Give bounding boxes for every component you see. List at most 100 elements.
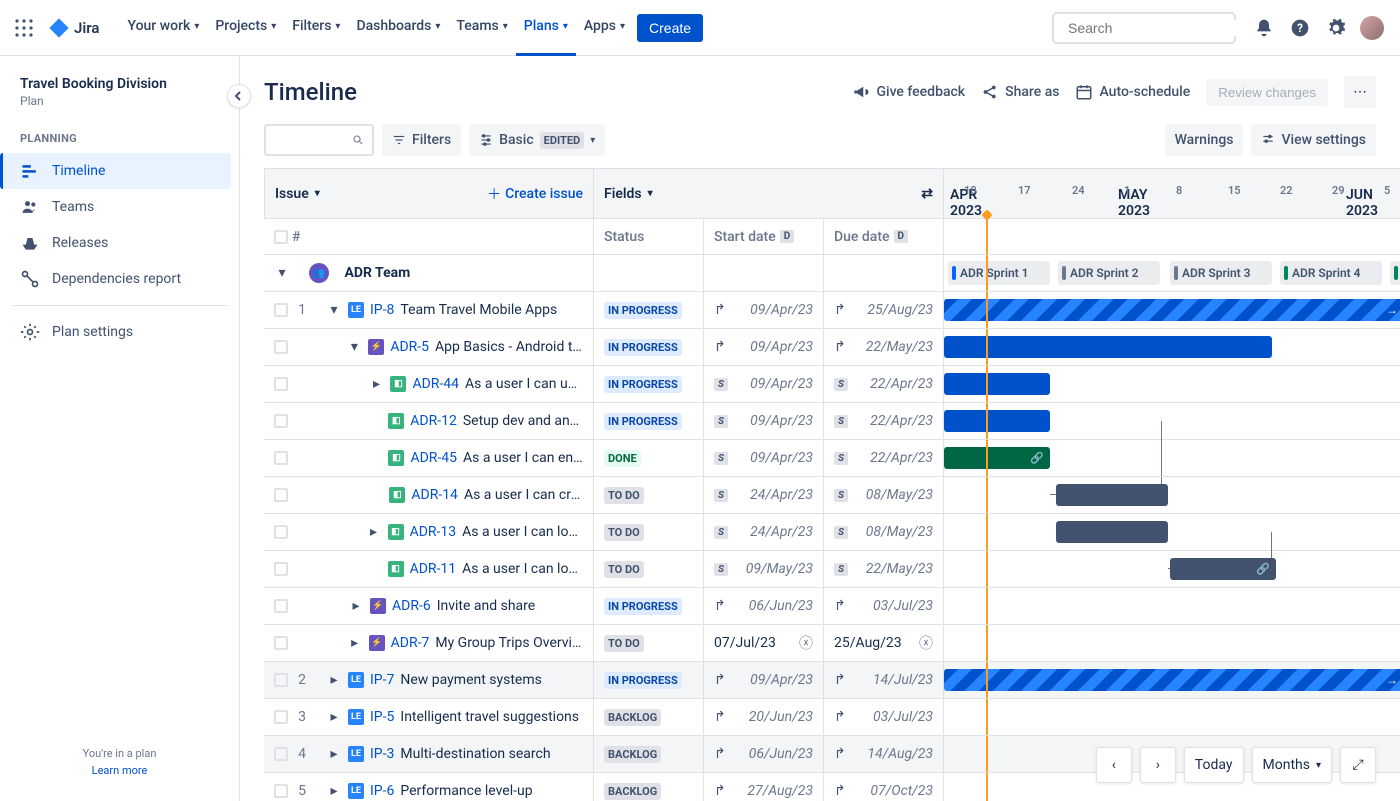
nav-dashboards[interactable]: Dashboards ▾ xyxy=(348,0,448,56)
expand-toggle-icon[interactable]: ▸ xyxy=(326,672,342,688)
today-button[interactable]: Today xyxy=(1184,747,1244,783)
sidebar-item-timeline[interactable]: Timeline xyxy=(0,153,231,189)
row-checkbox[interactable] xyxy=(274,710,288,724)
create-issue-button[interactable]: ＋ Create issue xyxy=(487,184,583,204)
due-date-cell[interactable]: ↱25/Aug/23 xyxy=(824,292,944,329)
gantt-bar[interactable]: → xyxy=(944,669,1400,691)
issue-key-link[interactable]: IP-8 xyxy=(370,302,394,318)
issue-key-link[interactable]: IP-6 xyxy=(370,783,394,799)
start-date-cell[interactable]: S09/Apr/23 xyxy=(704,403,824,440)
row-checkbox[interactable] xyxy=(274,340,288,354)
start-date-cell[interactable]: ↱27/Aug/23 xyxy=(704,773,824,801)
filters-chip[interactable]: Filters xyxy=(382,124,461,156)
filter-search[interactable] xyxy=(264,124,374,156)
nav-apps[interactable]: Apps ▾ xyxy=(576,0,633,56)
issue-key-link[interactable]: ADR-11 xyxy=(410,561,457,577)
nav-projects[interactable]: Projects ▾ xyxy=(207,0,284,56)
fields-column-header[interactable]: Fields▾⇄ xyxy=(594,169,944,219)
start-date-cell[interactable]: S09/May/23 xyxy=(704,551,824,588)
scroll-left-button[interactable]: ‹ xyxy=(1096,747,1132,783)
sidebar-item-dependencies-report[interactable]: Dependencies report xyxy=(8,261,231,297)
due-date-cell[interactable]: ↱07/Oct/23 xyxy=(824,773,944,801)
scroll-right-button[interactable]: › xyxy=(1140,747,1176,783)
issue-key-link[interactable]: ADR-14 xyxy=(411,487,458,503)
issue-key-link[interactable]: ADR-5 xyxy=(390,339,429,355)
start-date-cell[interactable]: S09/Apr/23 xyxy=(704,440,824,477)
sprint-pill[interactable]: ADR Sprint 4 xyxy=(1280,261,1382,285)
issue-key-link[interactable]: ADR-7 xyxy=(391,635,430,651)
row-checkbox[interactable] xyxy=(274,673,288,687)
issue-key-link[interactable]: ADR-44 xyxy=(412,376,459,392)
start-date-cell[interactable]: ↱09/Apr/23 xyxy=(704,662,824,699)
due-date-cell[interactable]: S22/Apr/23 xyxy=(824,440,944,477)
expand-toggle-icon[interactable]: ▾ xyxy=(326,302,342,318)
issue-key-link[interactable]: ADR-12 xyxy=(410,413,457,429)
due-date-cell[interactable]: ↱03/Jul/23 xyxy=(824,588,944,625)
issue-column-header[interactable]: Issue▾＋ Create issue xyxy=(264,169,594,219)
share-as-button[interactable]: Share as xyxy=(981,83,1059,101)
start-date-cell[interactable]: S24/Apr/23 xyxy=(704,514,824,551)
row-checkbox[interactable] xyxy=(274,747,288,761)
row-checkbox[interactable] xyxy=(274,784,288,798)
nav-your-work[interactable]: Your work ▾ xyxy=(119,0,207,56)
expand-toggle-icon[interactable]: ▸ xyxy=(368,376,384,392)
clear-date-icon[interactable]: ⓧ xyxy=(799,633,813,653)
start-date-cell[interactable]: S09/Apr/23 xyxy=(704,366,824,403)
gantt-bar[interactable]: → xyxy=(944,299,1400,321)
due-date-cell[interactable]: 25/Aug/23ⓧ xyxy=(824,625,944,662)
nav-plans[interactable]: Plans ▾ xyxy=(516,0,576,56)
settings-icon[interactable] xyxy=(1320,12,1352,44)
due-date-cell[interactable]: ↱14/Jul/23 xyxy=(824,662,944,699)
issue-key-link[interactable]: IP-5 xyxy=(370,709,394,725)
due-date-cell[interactable]: ↱22/May/23 xyxy=(824,329,944,366)
select-all-checkbox[interactable] xyxy=(274,230,288,244)
due-date-cell[interactable]: S22/Apr/23 xyxy=(824,366,944,403)
global-search[interactable] xyxy=(1052,12,1236,44)
sprint-pill[interactable]: ADR Sprint 2 xyxy=(1058,261,1160,285)
due-date-cell[interactable]: S22/Apr/23 xyxy=(824,403,944,440)
give-feedback-button[interactable]: Give feedback xyxy=(852,83,965,101)
start-date-cell[interactable]: 07/Jul/23ⓧ xyxy=(704,625,824,662)
row-checkbox[interactable] xyxy=(274,636,288,650)
start-date-cell[interactable]: ↱06/Jun/23 xyxy=(704,736,824,773)
sidebar-plan-settings[interactable]: Plan settings xyxy=(8,314,231,350)
view-settings-button[interactable]: View settings xyxy=(1251,124,1376,156)
expand-toggle-icon[interactable]: ▸ xyxy=(326,746,342,762)
due-date-cell[interactable]: S22/May/23 xyxy=(824,551,944,588)
more-actions-button[interactable]: ⋯ xyxy=(1344,76,1376,108)
due-date-cell[interactable]: S08/May/23 xyxy=(824,514,944,551)
collapse-team-icon[interactable]: ▾ xyxy=(274,265,290,281)
row-checkbox[interactable] xyxy=(274,451,288,465)
sidebar-collapse-button[interactable] xyxy=(227,84,251,108)
zoom-dropdown[interactable]: Months▾ xyxy=(1252,747,1333,783)
start-date-cell[interactable]: ↱09/Apr/23 xyxy=(704,292,824,329)
issue-key-link[interactable]: IP-3 xyxy=(370,746,394,762)
expand-toggle-icon[interactable]: ▸ xyxy=(347,635,363,651)
auto-schedule-button[interactable]: Auto-schedule xyxy=(1075,83,1190,101)
issue-key-link[interactable]: ADR-45 xyxy=(410,450,457,466)
gantt-bar[interactable] xyxy=(944,336,1272,358)
issue-key-link[interactable]: ADR-13 xyxy=(410,524,457,540)
due-date-cell[interactable]: ↱03/Jul/23 xyxy=(824,699,944,736)
jira-logo[interactable]: Jira xyxy=(48,17,99,39)
gantt-bar[interactable]: 🔗 xyxy=(1170,558,1276,580)
issue-key-link[interactable]: IP-7 xyxy=(370,672,394,688)
expand-toggle-icon[interactable] xyxy=(366,561,382,577)
expand-toggle-icon[interactable] xyxy=(366,450,382,466)
user-avatar[interactable] xyxy=(1356,12,1388,44)
due-date-cell[interactable]: S08/May/23 xyxy=(824,477,944,514)
gantt-bar[interactable] xyxy=(1056,521,1168,543)
sidebar-item-teams[interactable]: Teams xyxy=(8,189,231,225)
help-icon[interactable]: ? xyxy=(1284,12,1316,44)
start-date-cell[interactable]: ↱20/Jun/23 xyxy=(704,699,824,736)
fullscreen-button[interactable]: ⤢ xyxy=(1340,747,1376,783)
row-checkbox[interactable] xyxy=(274,599,288,613)
row-checkbox[interactable] xyxy=(274,414,288,428)
expand-toggle-icon[interactable]: ▸ xyxy=(366,524,382,540)
start-date-cell[interactable]: ↱09/Apr/23 xyxy=(704,329,824,366)
expand-toggle-icon[interactable]: ▸ xyxy=(348,598,364,614)
expand-toggle-icon[interactable] xyxy=(367,487,383,503)
nav-filters[interactable]: Filters ▾ xyxy=(284,0,348,56)
row-checkbox[interactable] xyxy=(274,488,288,502)
row-checkbox[interactable] xyxy=(274,562,288,576)
